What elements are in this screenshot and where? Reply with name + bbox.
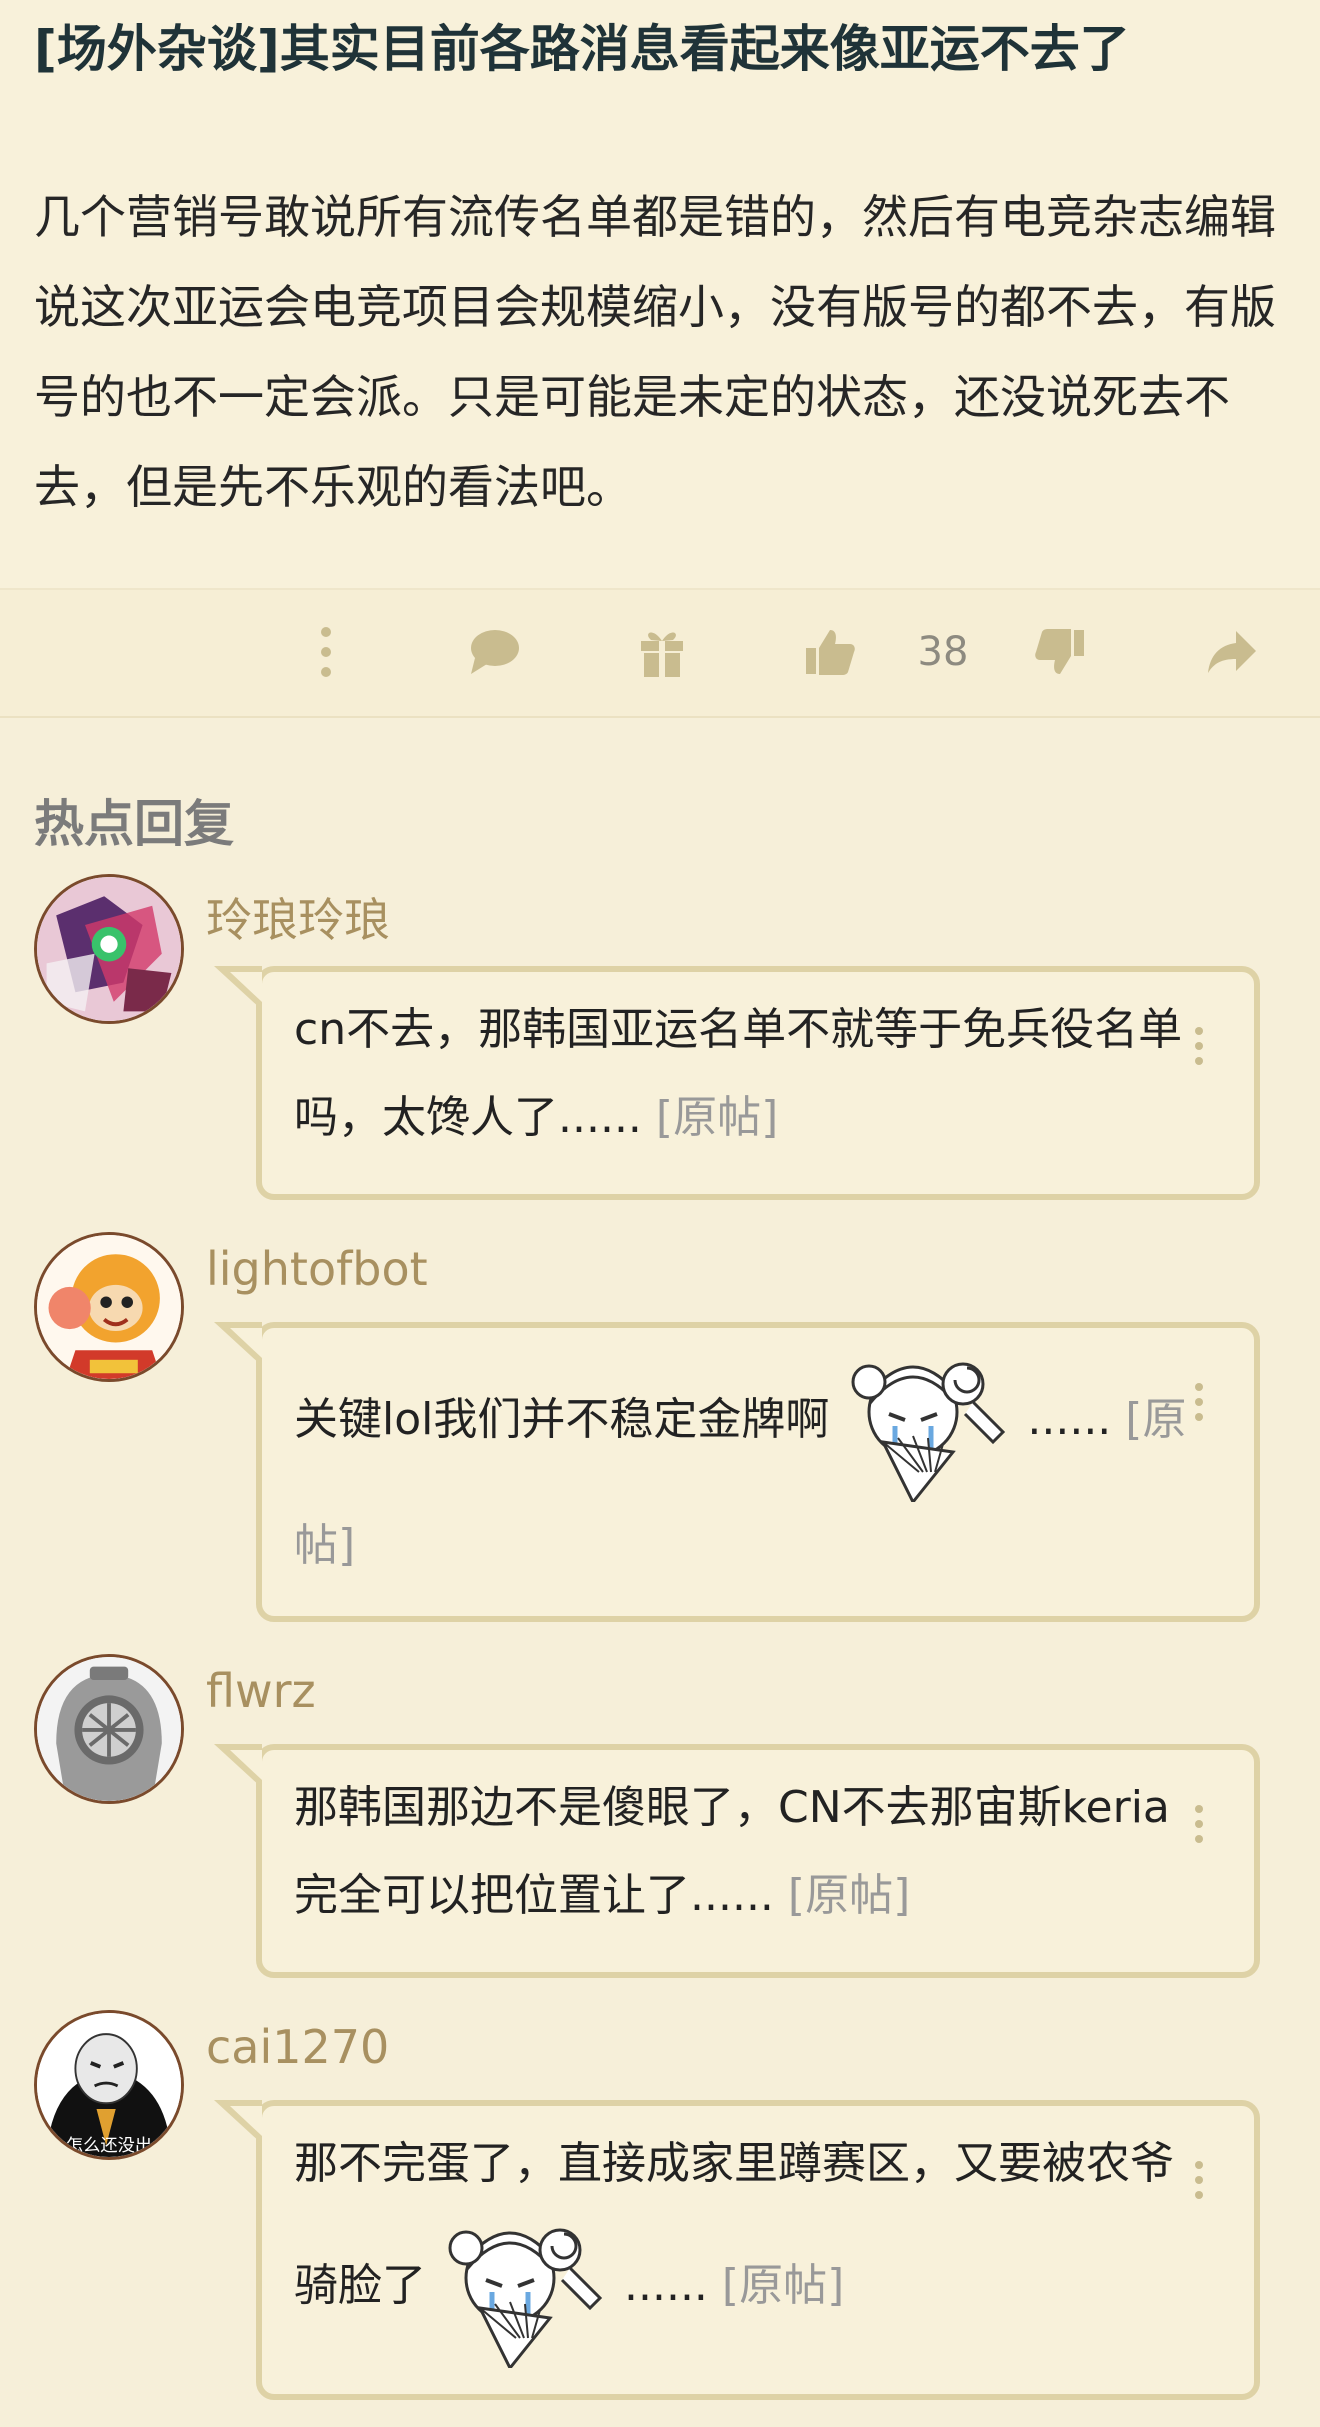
source-link[interactable]: [原帖] (722, 2260, 844, 2311)
more-vertical-icon[interactable] (306, 620, 346, 684)
username[interactable]: lightofbot (206, 1242, 428, 1296)
reply-bubble: 那韩国那边不是傻眼了，CN不去那宙斯keria完全可以把位置让了...... [… (214, 1744, 1260, 1978)
gift-icon[interactable] (634, 620, 690, 684)
post-body: 几个营销号敢说所有流传名单都是错的，然后有电竞杂志编辑说这次亚运会电竞项目会规模… (34, 190, 1276, 514)
username[interactable]: flwrz (206, 1664, 316, 1718)
avatar[interactable] (34, 874, 184, 1024)
ellipsis-text: ...... (1027, 1394, 1112, 1445)
reply-text: 关键lol我们并不稳定金牌啊 ...... [原帖] (294, 1342, 1194, 1590)
like-count: 38 (917, 629, 969, 675)
reply-content: 关键lol我们并不稳定金牌啊 (294, 1394, 830, 1445)
reply-content: 那韩国那边不是傻眼了，CN不去那宙斯keria完全可以把位置让了...... (294, 1782, 1170, 1921)
crying-girl-sticker (843, 1342, 1013, 1505)
avatar[interactable] (34, 1232, 184, 1382)
username[interactable]: 玲琅玲琅 (206, 884, 390, 950)
reply-bubble: 关键lol我们并不稳定金牌啊 ...... [原帖] (214, 1322, 1260, 1622)
reply-more-icon[interactable] (1194, 2160, 1204, 2204)
reply-text: 那韩国那边不是傻眼了，CN不去那宙斯keria完全可以把位置让了...... [… (294, 1764, 1194, 1940)
post-header: [场外杂谈]其实目前各路消息看起来像亚运不去了 几个营销号敢说所有流传名单都是错… (0, 0, 1320, 588)
avatar-caption: 怎么还没出 (66, 2136, 152, 2156)
post-title: [场外杂谈]其实目前各路消息看起来像亚运不去了 (34, 20, 1130, 78)
comment-icon[interactable] (464, 620, 524, 684)
reply-bubble: 那不完蛋了，直接成家里蹲赛区，又要被农爷骑脸了 ...... [原帖] (214, 2100, 1260, 2400)
reply-text: 那不完蛋了，直接成家里蹲赛区，又要被农爷骑脸了 ...... [原帖] (294, 2120, 1194, 2371)
reply-bubble: cn不去，那韩国亚运名单不就等于免兵役名单吗，太馋人了...... [原帖] (214, 966, 1260, 1200)
reply-more-icon[interactable] (1194, 1804, 1204, 1848)
reply-more-icon[interactable] (1194, 1382, 1204, 1426)
avatar[interactable]: 怎么还没出 (34, 2010, 184, 2160)
crying-girl-sticker (440, 2208, 610, 2371)
hot-replies-heading: 热点回复 (34, 795, 234, 853)
share-icon[interactable] (1202, 620, 1262, 684)
post-action-toolbar: 38 (0, 588, 1320, 718)
source-link[interactable]: [原帖] (788, 1870, 910, 1921)
reply-more-icon[interactable] (1194, 1026, 1204, 1070)
reply-text: cn不去，那韩国亚运名单不就等于免兵役名单吗，太馋人了...... [原帖] (294, 986, 1194, 1162)
avatar[interactable] (34, 1654, 184, 1804)
ellipsis-text: ...... (624, 2260, 708, 2311)
source-link[interactable]: [原帖] (656, 1092, 778, 1143)
username[interactable]: cai1270 (206, 2020, 389, 2074)
thumbs-down-icon[interactable] (1030, 620, 1090, 684)
thumbs-up-icon[interactable] (800, 620, 860, 684)
